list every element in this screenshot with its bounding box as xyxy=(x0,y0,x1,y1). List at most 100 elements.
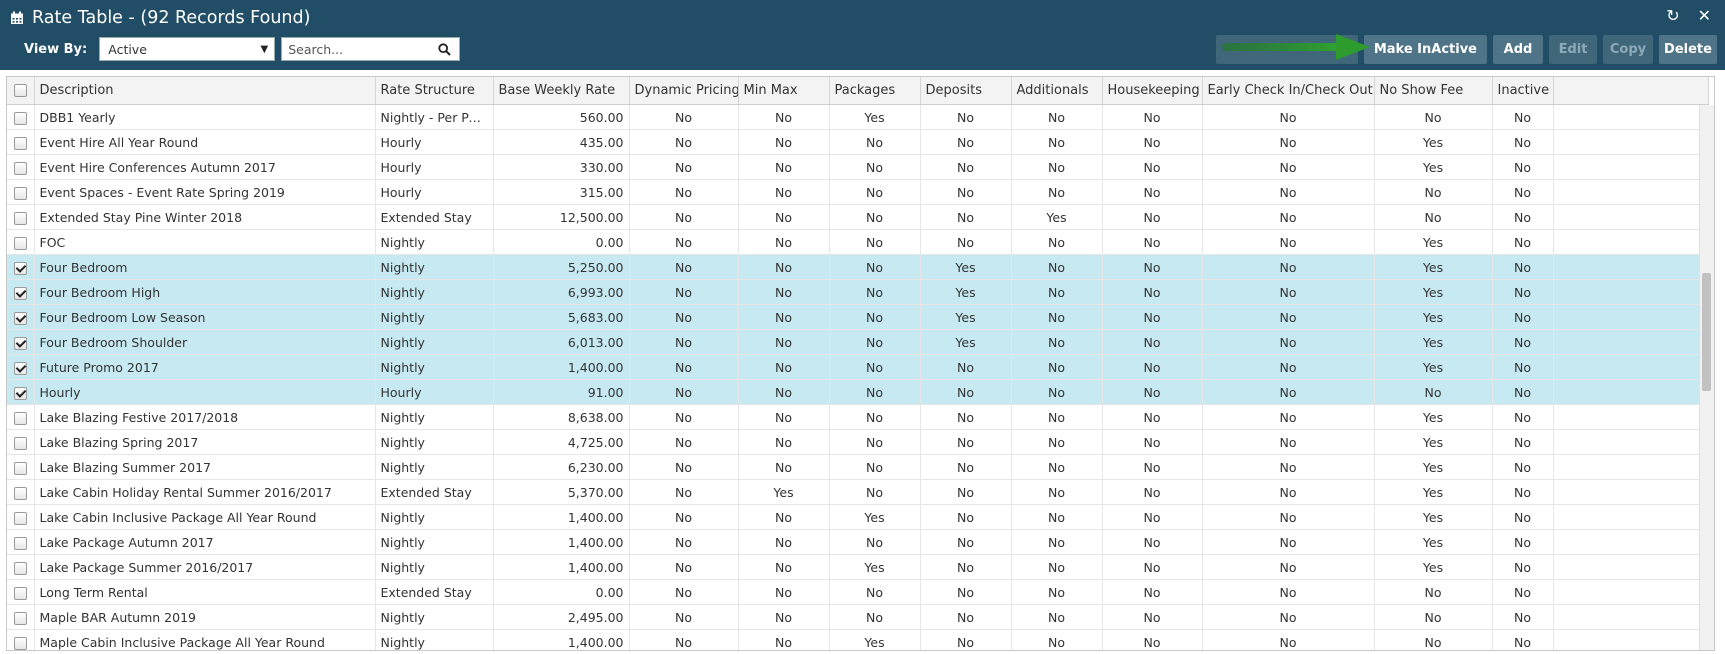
table-row[interactable]: Future Promo 2017 Nightly 1,400.00 No No No No… xyxy=(7,354,1709,380)
table-cell: No xyxy=(1492,304,1554,330)
table-cell: No xyxy=(1011,279,1103,305)
table-row[interactable]: Lake Package Autumn 2017 Nightly 1,400.00 N… xyxy=(7,529,1709,555)
table-cell: No xyxy=(629,254,739,280)
row-checkbox[interactable] xyxy=(13,511,27,525)
table-row[interactable]: Lake Cabin Inclusive Package All Year Ro… xyxy=(7,504,1709,530)
table-cell: No xyxy=(629,629,739,650)
table-cell: No xyxy=(1492,579,1554,605)
row-checkbox[interactable] xyxy=(13,211,27,225)
table-row[interactable]: Maple BAR Autumn 2019 Nightly 2,495.00 No No… xyxy=(7,604,1709,630)
row-checkbox[interactable] xyxy=(13,336,27,350)
column-header[interactable]: Description xyxy=(34,77,376,105)
table-cell: No xyxy=(629,554,739,580)
table-row[interactable]: Four Bedroom Low Season Nightly 5,683.00 No… xyxy=(7,304,1709,330)
vertical-scrollbar[interactable] xyxy=(1699,105,1714,650)
table-row[interactable]: Four Bedroom High Nightly 6,993.00 No No No Ye… xyxy=(7,279,1709,305)
row-checkbox[interactable] xyxy=(13,261,27,275)
scrollbar-thumb[interactable] xyxy=(1702,273,1711,391)
table-row[interactable]: FOC Nightly 0.00 No No No No No No No Yes No xyxy=(7,229,1709,255)
table-cell: No xyxy=(920,554,1012,580)
copy-button[interactable]: Copy xyxy=(1603,35,1653,64)
table-cell: No xyxy=(1011,379,1103,405)
refresh-icon[interactable]: ↻ xyxy=(1666,8,1679,24)
row-checkbox[interactable] xyxy=(13,286,27,300)
table-cell: No xyxy=(1102,479,1203,505)
row-checkbox[interactable] xyxy=(13,186,27,200)
table-cell: No xyxy=(1102,529,1203,555)
select-all-checkbox[interactable] xyxy=(13,84,27,97)
table-cell: No xyxy=(1102,304,1203,330)
row-checkbox[interactable] xyxy=(13,111,27,125)
table-row[interactable]: Lake Blazing Festive 2017/2018 Nightly 8,6… xyxy=(7,404,1709,430)
table-row[interactable]: Event Hire Conferences Autumn 2017 Hourly… xyxy=(7,154,1709,180)
table-row[interactable]: Lake Blazing Spring 2017 Nightly 4,725.00 N… xyxy=(7,429,1709,455)
row-checkbox[interactable] xyxy=(13,636,27,650)
table-cell: No xyxy=(1011,254,1103,280)
column-header[interactable]: Deposits xyxy=(920,77,1012,105)
table-row[interactable]: Event Spaces - Event Rate Spring 2019 Hou… xyxy=(7,179,1709,205)
column-header[interactable]: Housekeeping xyxy=(1102,77,1203,105)
row-checkbox[interactable] xyxy=(13,161,27,175)
row-checkbox[interactable] xyxy=(13,486,27,500)
table-row[interactable]: Maple Cabin Inclusive Package All Year R… xyxy=(7,629,1709,650)
table-cell: No xyxy=(920,579,1012,605)
table-cell: No xyxy=(920,504,1012,530)
column-header[interactable]: Early Check In/Check Out xyxy=(1202,77,1375,105)
column-header[interactable]: Base Weekly Rate xyxy=(493,77,630,105)
table-row[interactable]: Lake Blazing Summer 2017 Nightly 6,230.00 N… xyxy=(7,454,1709,480)
table-cell: No xyxy=(1202,579,1375,605)
table-cell: FOC xyxy=(34,229,376,255)
edit-button[interactable]: Edit xyxy=(1549,35,1597,64)
column-header[interactable]: Packages xyxy=(829,77,921,105)
table-row[interactable]: Four Bedroom Nightly 5,250.00 No No No Yes No No… xyxy=(7,254,1709,280)
row-checkbox-cell xyxy=(7,154,35,180)
row-checkbox[interactable] xyxy=(13,461,27,475)
search-box[interactable] xyxy=(281,37,461,61)
make-inactive-button[interactable]: Make InActive xyxy=(1363,35,1487,64)
row-checkbox[interactable] xyxy=(13,586,27,600)
table-row[interactable]: DBB1 Yearly Nightly - Per Pers... 560.00 No… xyxy=(7,104,1709,130)
column-header[interactable]: Dynamic Pricing xyxy=(629,77,739,105)
table-cell: No xyxy=(1202,354,1375,380)
table-row[interactable]: Event Hire All Year Round Hourly 435.00 No N… xyxy=(7,129,1709,155)
row-checkbox[interactable] xyxy=(13,411,27,425)
column-header[interactable]: Rate Structure xyxy=(375,77,494,105)
row-checkbox[interactable] xyxy=(13,561,27,575)
row-checkbox[interactable] xyxy=(13,386,27,400)
row-filler xyxy=(1553,629,1709,650)
table-row[interactable]: Extended Stay Pine Winter 2018 Extended S… xyxy=(7,204,1709,230)
table-cell: 330.00 xyxy=(493,154,630,180)
search-input[interactable] xyxy=(288,41,439,57)
table-cell: No xyxy=(1011,629,1103,650)
table-cell: Yes xyxy=(738,479,830,505)
row-checkbox[interactable] xyxy=(13,611,27,625)
delete-button[interactable]: Delete xyxy=(1659,35,1717,64)
table-cell: No xyxy=(1492,229,1554,255)
row-checkbox[interactable] xyxy=(13,311,27,325)
table-row[interactable]: Lake Cabin Holiday Rental Summer 2016/20… xyxy=(7,479,1709,505)
row-checkbox[interactable] xyxy=(13,436,27,450)
close-icon[interactable]: ✕ xyxy=(1698,8,1711,24)
row-checkbox[interactable] xyxy=(13,536,27,550)
table-cell: No xyxy=(829,179,921,205)
view-by-select[interactable]: Active ▼ xyxy=(99,37,276,61)
column-header[interactable]: No Show Fee xyxy=(1374,77,1493,105)
table-cell: No xyxy=(1102,154,1203,180)
table-cell: No xyxy=(1202,204,1375,230)
table-cell: No xyxy=(920,379,1012,405)
table-cell: 315.00 xyxy=(493,179,630,205)
table-row[interactable]: Lake Package Summer 2016/2017 Nightly 1,40… xyxy=(7,554,1709,580)
table-row[interactable]: Four Bedroom Shoulder Nightly 6,013.00 No No… xyxy=(7,329,1709,355)
column-header[interactable]: Min Max xyxy=(738,77,830,105)
add-button[interactable]: Add xyxy=(1493,35,1543,64)
table-row[interactable]: Hourly Hourly 91.00 No No No No No No No No No xyxy=(7,379,1709,405)
row-checkbox[interactable] xyxy=(13,361,27,375)
table-row[interactable]: Long Term Rental Extended Stay 0.00 No No No N… xyxy=(7,579,1709,605)
search-icon[interactable] xyxy=(438,42,451,56)
row-checkbox[interactable] xyxy=(13,236,27,250)
column-header[interactable]: Inactive xyxy=(1492,77,1554,105)
row-checkbox[interactable] xyxy=(13,136,27,150)
column-header[interactable]: Additionals xyxy=(1011,77,1103,105)
table-cell: 1,400.00 xyxy=(493,554,630,580)
table-cell: Hourly xyxy=(375,379,494,405)
